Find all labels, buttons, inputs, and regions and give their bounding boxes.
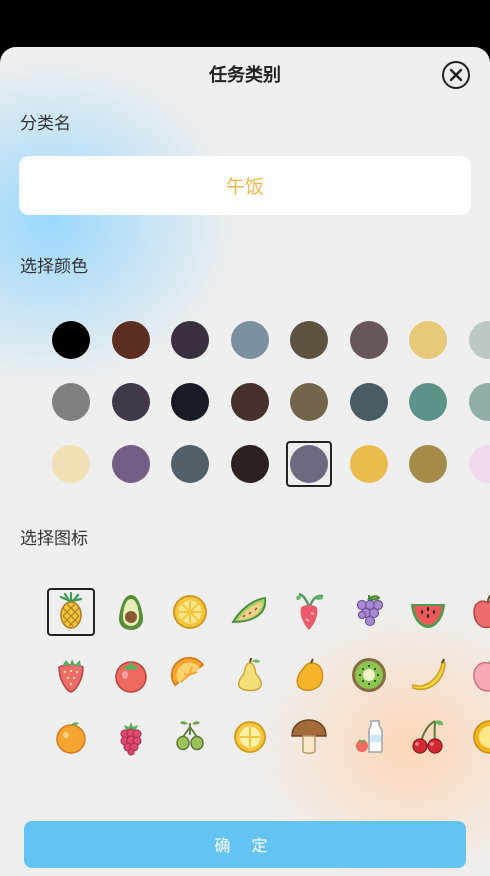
- melon-slice-icon[interactable]: [227, 589, 273, 635]
- lime-icon[interactable]: [227, 714, 273, 760]
- color-swatch[interactable]: [52, 321, 90, 359]
- cherry-icon[interactable]: [405, 714, 451, 760]
- color-swatch[interactable]: [230, 383, 269, 421]
- radish-icon[interactable]: [286, 589, 332, 635]
- peach-icon[interactable]: [465, 652, 490, 698]
- color-swatch[interactable]: [468, 321, 490, 359]
- orange-slice-icon[interactable]: [167, 652, 213, 698]
- close-button[interactable]: [442, 61, 470, 89]
- apple-icon[interactable]: [465, 589, 490, 635]
- category-name-label: 分类名: [20, 114, 71, 134]
- color-swatch[interactable]: [230, 445, 269, 483]
- color-swatch[interactable]: [409, 383, 447, 421]
- color-swatch[interactable]: [468, 383, 490, 421]
- close-icon: [449, 68, 463, 82]
- color-swatch[interactable]: [111, 383, 150, 421]
- grapes-icon[interactable]: [346, 589, 392, 635]
- color-swatch[interactable]: [468, 445, 490, 483]
- mushroom-icon[interactable]: [286, 714, 332, 760]
- mango-icon[interactable]: [286, 652, 332, 698]
- color-swatch[interactable]: [111, 321, 150, 359]
- watermelon-icon[interactable]: [405, 589, 451, 635]
- category-name-input[interactable]: [19, 156, 471, 215]
- color-swatch[interactable]: [171, 445, 209, 483]
- color-swatch[interactable]: [52, 383, 90, 421]
- raspberry-icon[interactable]: [108, 714, 154, 760]
- color-swatch[interactable]: [409, 321, 447, 359]
- kiwi-icon[interactable]: [346, 652, 392, 698]
- color-swatch[interactable]: [290, 321, 328, 359]
- color-swatch[interactable]: [409, 445, 447, 483]
- category-sheet: 任务类别 分类名 选择颜色 选择图标 确 定: [0, 47, 490, 876]
- color-swatch[interactable]: [349, 321, 388, 359]
- color-swatch[interactable]: [349, 445, 388, 483]
- choose-color-label: 选择颜色: [20, 257, 88, 277]
- milk-icon[interactable]: [346, 714, 392, 760]
- sheet-title: 任务类别: [209, 65, 281, 86]
- color-swatch[interactable]: [171, 383, 209, 421]
- pear-icon[interactable]: [227, 652, 273, 698]
- strawberry-icon[interactable]: [48, 652, 94, 698]
- confirm-button[interactable]: 确 定: [24, 821, 466, 868]
- color-swatch[interactable]: [290, 445, 328, 483]
- tomato-icon[interactable]: [108, 652, 154, 698]
- color-swatch[interactable]: [111, 445, 150, 483]
- color-swatch[interactable]: [290, 383, 328, 421]
- color-swatch[interactable]: [171, 321, 209, 359]
- color-swatch[interactable]: [349, 383, 388, 421]
- banana-icon[interactable]: [405, 652, 451, 698]
- choose-icon-label: 选择图标: [20, 529, 88, 549]
- pineapple-icon[interactable]: [48, 589, 94, 635]
- olives-icon[interactable]: [167, 714, 213, 760]
- color-swatch[interactable]: [230, 321, 269, 359]
- avocado-icon[interactable]: [108, 589, 154, 635]
- color-swatch[interactable]: [52, 445, 90, 483]
- grapefruit-icon[interactable]: [465, 714, 490, 760]
- lemon-slice-icon[interactable]: [167, 589, 213, 635]
- orange-icon[interactable]: [48, 714, 94, 760]
